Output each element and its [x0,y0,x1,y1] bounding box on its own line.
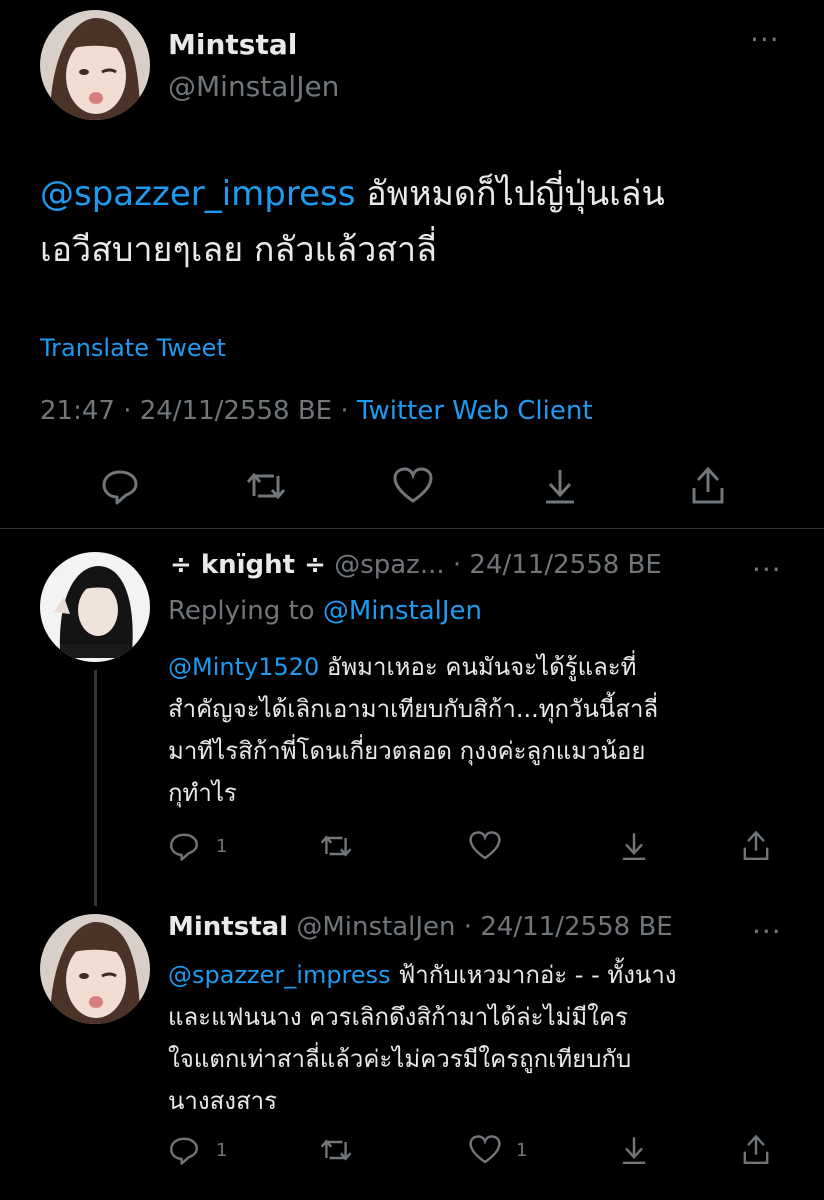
avatar[interactable] [40,552,150,662]
reply-icon[interactable] [168,1134,200,1166]
reply-text-line4: นางสงสาร [168,1087,277,1115]
avatar[interactable] [40,914,150,1024]
reply-count: 1 [216,836,228,857]
retweet-icon[interactable] [244,466,288,506]
reply-text-line3: มาทีไรสิก้าพี่โดนเกี่ยวตลอด กุงงค่ะลูกแม… [168,737,646,765]
mention-link[interactable]: @Minty1520 [168,653,319,681]
tweet-meta: 21:47 · 24/11/2558 BE · Twitter Web Clie… [40,396,593,426]
display-name[interactable]: Mintstal [168,912,288,942]
client-link[interactable]: Twitter Web Client [357,396,593,426]
reply-text-line1: ฟ้ากับเหวมากอ่ะ - - ทั้งนาง [398,961,677,989]
reply-text-line2: สำคัญจะได้เลิกเอามาเทียบกับสิก้า...ทุกวั… [168,695,659,723]
download-icon[interactable] [618,1134,650,1166]
share-icon[interactable] [688,466,728,506]
display-name[interactable]: ÷ knïght ÷ [170,550,326,580]
share-icon[interactable] [740,830,772,862]
more-icon[interactable]: ··· [752,556,782,584]
retweet-icon[interactable] [318,1134,354,1166]
divider [0,528,824,529]
download-icon[interactable] [540,466,580,506]
reply-text-line2: และแฟนนาง ควรเลิกดึงสิก้ามาได้ล่ะไม่มีใค… [168,1003,628,1031]
like-count: 1 [516,1140,528,1161]
mention-link[interactable]: @spazzer_impress [40,174,355,214]
tweet-body: @spazzer_impress อัพหมดก็ไปญี่ปุ่นเล่น เ… [40,166,800,278]
reply-text-line4: กุทำไร [168,779,237,807]
avatar[interactable] [40,10,150,120]
reply-header: Mintstal @MinstalJen · 24/11/2558 BE [168,912,673,942]
replying-to: Replying to @MinstalJen [168,596,482,626]
thread-line [94,670,97,906]
handle-date[interactable]: @MinstalJen · 24/11/2558 BE [296,912,672,942]
reply-header: ÷ knïght ÷ @spaz... · 24/11/2558 BE [170,550,662,580]
retweet-icon[interactable] [318,830,354,862]
reply-icon[interactable] [100,466,140,506]
reply-count: 1 [216,1140,228,1161]
tweet-text-line1: อัพหมดก็ไปญี่ปุ่นเล่น [366,174,665,214]
timestamp: 21:47 · 24/11/2558 BE · [40,396,349,426]
download-icon[interactable] [618,830,650,862]
replying-prefix: Replying to [168,596,315,626]
mention-link[interactable]: @spazzer_impress [168,961,391,989]
reply-text-line3: ใจแตกเท่าสาลี่แล้วค่ะไม่ควรมีใครถูกเทียบ… [168,1045,632,1073]
translate-tweet-link[interactable]: Translate Tweet [40,334,226,362]
reply-icon[interactable] [168,830,200,862]
replying-handle[interactable]: @MinstalJen [323,596,482,626]
handle-date[interactable]: @spaz... · 24/11/2558 BE [334,550,662,580]
share-icon[interactable] [740,1134,772,1166]
handle[interactable]: @MinstalJen [168,70,339,103]
display-name[interactable]: Mintstal [168,28,297,61]
reply-body: @Minty1520 อัพมาเหอะ คนมันจะได้รู้และที่… [168,646,808,814]
more-icon[interactable]: ··· [752,918,782,946]
more-icon[interactable]: ··· [750,26,780,54]
like-icon[interactable] [468,1134,502,1166]
reply-text-line1: อัพมาเหอะ คนมันจะได้รู้และที่ [326,653,637,681]
reply-body: @spazzer_impress ฟ้ากับเหวมากอ่ะ - - ทั้… [168,954,808,1122]
like-icon[interactable] [468,830,502,862]
like-icon[interactable] [392,466,434,506]
tweet-text-line2: เอวีสบายๆเลย กลัวแล้วสาลี่ [40,230,437,270]
